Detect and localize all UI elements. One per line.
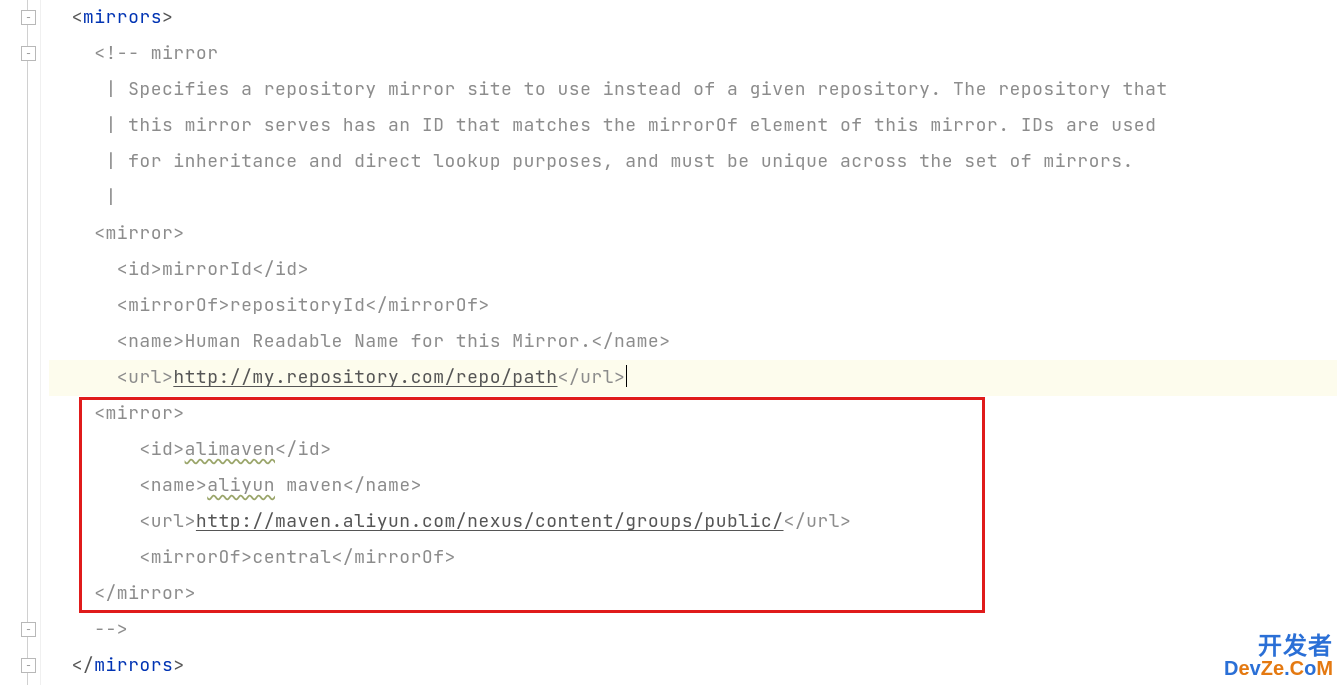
code-line[interactable]: -->	[49, 612, 1337, 648]
code-line-active[interactable]: <url>http://my.repository.com/repo/path<…	[49, 360, 1337, 396]
code-line[interactable]: <id>mirrorId</id>	[49, 252, 1337, 288]
code-line[interactable]: <url>http://maven.aliyun.com/nexus/conte…	[49, 504, 1337, 540]
code-line[interactable]: <mirror>	[49, 216, 1337, 252]
code-line[interactable]: <!-- mirror	[49, 36, 1337, 72]
fold-guide-line	[27, 0, 28, 685]
code-line[interactable]: | Specifies a repository mirror site to …	[49, 72, 1337, 108]
code-line[interactable]: <mirrors>	[49, 0, 1337, 36]
fold-toggle-icon[interactable]	[21, 10, 36, 25]
code-line[interactable]: </mirror>	[49, 576, 1337, 612]
fold-toggle-icon[interactable]	[21, 622, 36, 637]
code-line[interactable]: <mirrorOf>central</mirrorOf>	[49, 540, 1337, 576]
code-line[interactable]: <name>Human Readable Name for this Mirro…	[49, 324, 1337, 360]
code-line[interactable]: <id>alimaven</id>	[49, 432, 1337, 468]
code-editor[interactable]: <mirrors> <!-- mirror | Specifies a repo…	[0, 0, 1337, 685]
fold-toggle-icon[interactable]	[21, 46, 36, 61]
code-line[interactable]: | this mirror serves has an ID that matc…	[49, 108, 1337, 144]
text-caret	[626, 365, 627, 387]
code-area[interactable]: <mirrors> <!-- mirror | Specifies a repo…	[41, 0, 1337, 685]
code-line[interactable]: <name>aliyun maven</name>	[49, 468, 1337, 504]
code-line[interactable]: <mirrorOf>repositoryId</mirrorOf>	[49, 288, 1337, 324]
fold-toggle-icon[interactable]	[21, 658, 36, 673]
code-line[interactable]: |	[49, 180, 1337, 216]
code-line[interactable]: | for inheritance and direct lookup purp…	[49, 144, 1337, 180]
code-line[interactable]: </mirrors>	[49, 648, 1337, 684]
gutter	[0, 0, 41, 685]
code-line[interactable]: <mirror>	[49, 396, 1337, 432]
